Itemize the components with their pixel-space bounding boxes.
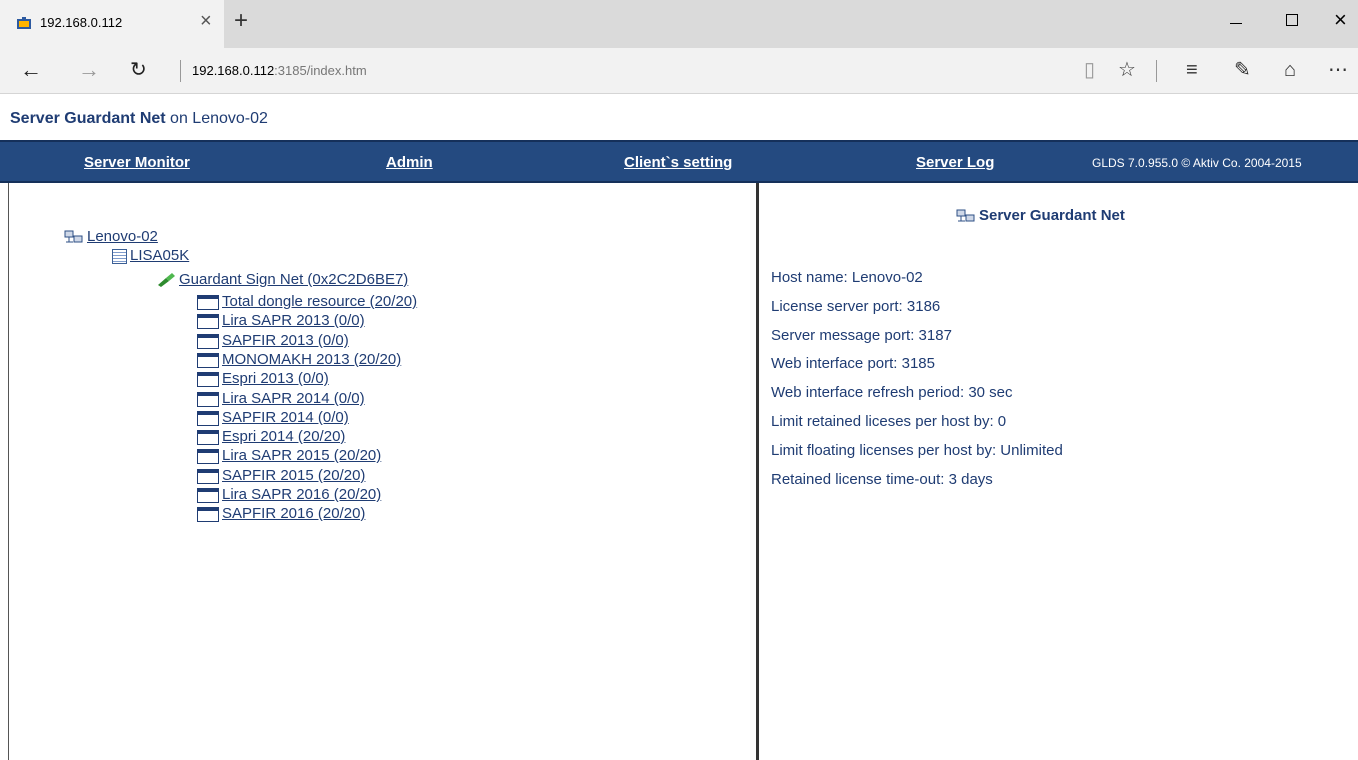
tree-feature-row: SAPFIR 2015 (20/20) <box>197 467 365 485</box>
tree-feature-link[interactable]: MONOMAKH 2013 (20/20) <box>222 351 401 368</box>
tab-title: 192.168.0.112 <box>40 15 123 30</box>
tree-feature-row: Total dongle resource (20/20) <box>197 293 417 311</box>
info-line: Host name: Lenovo-02 <box>771 269 923 286</box>
feature-window-icon <box>197 487 219 503</box>
page-title-strong: Server Guardant Net <box>10 110 166 127</box>
back-arrow-icon[interactable]: ← <box>20 58 42 82</box>
tree-feature-row: Lira SAPR 2015 (20/20) <box>197 447 381 465</box>
page-title: Server Guardant Net on Lenovo-02 <box>10 110 268 128</box>
feature-window-icon <box>197 410 219 426</box>
tree-feature-link[interactable]: Espri 2014 (20/20) <box>222 428 345 445</box>
toolbar-separator <box>1156 60 1157 82</box>
feature-window-icon <box>197 468 219 484</box>
tree-feature-link[interactable]: Lira SAPR 2013 (0/0) <box>222 312 365 329</box>
feature-window-icon <box>197 313 219 329</box>
forward-arrow-icon[interactable]: → <box>78 58 100 82</box>
maximize-icon[interactable] <box>1286 14 1298 26</box>
tree-server-link[interactable]: Lenovo-02 <box>87 228 158 245</box>
tree-feature-row: Lira SAPR 2013 (0/0) <box>197 312 365 330</box>
more-options-icon[interactable]: ⋯ <box>1328 58 1348 82</box>
network-computers-icon <box>956 209 975 222</box>
tree-host-link[interactable]: LISA05K <box>130 247 189 264</box>
nav-server-log[interactable]: Server Log <box>916 154 994 171</box>
tree-host-row: LISA05K <box>112 247 189 265</box>
feature-window-icon <box>197 294 219 310</box>
network-computers-icon <box>64 230 83 243</box>
site-favicon-icon <box>17 17 31 29</box>
info-header-text: Server Guardant Net <box>979 207 1125 224</box>
feature-window-icon <box>197 448 219 464</box>
browser-addressbar: ← → ↻ 192.168.0.112:3185/index.htm ▯ ☆ ≡… <box>0 48 1358 94</box>
info-line: Web interface refresh period: 30 sec <box>771 384 1013 401</box>
tree-feature-link[interactable]: Espri 2013 (0/0) <box>222 370 329 387</box>
tree-feature-row: SAPFIR 2013 (0/0) <box>197 332 349 350</box>
browser-tabbar: 192.168.0.112 × + × <box>0 0 1358 48</box>
version-text: GLDS 7.0.955.0 © Aktiv Co. 2004-2015 <box>1092 156 1302 170</box>
feature-window-icon <box>197 352 219 368</box>
refresh-icon[interactable]: ↻ <box>130 58 147 82</box>
reading-view-icon[interactable]: ▯ <box>1084 58 1095 82</box>
info-line: Retained license time-out: 3 days <box>771 471 993 488</box>
tree-feature-row: Espri 2014 (20/20) <box>197 428 345 446</box>
nav-admin[interactable]: Admin <box>386 154 433 171</box>
url-host: 192.168.0.112 <box>192 63 275 78</box>
tree-feature-link[interactable]: SAPFIR 2015 (20/20) <box>222 467 365 484</box>
info-header: Server Guardant Net <box>956 207 1125 224</box>
nav-server-monitor[interactable]: Server Monitor <box>84 154 190 171</box>
browser-tab[interactable]: 192.168.0.112 × <box>0 0 224 48</box>
main-navbar: Server Monitor Admin Client`s setting Se… <box>0 140 1358 183</box>
host-document-icon <box>112 248 127 264</box>
url-path: :3185/index.htm <box>274 63 367 78</box>
tree-pane <box>8 183 759 760</box>
tree-feature-link[interactable]: Total dongle resource (20/20) <box>222 293 417 310</box>
tree-feature-link[interactable]: SAPFIR 2016 (20/20) <box>222 505 365 522</box>
info-line: Web interface port: 3185 <box>771 355 935 372</box>
usb-dongle-icon <box>158 273 175 288</box>
feature-window-icon <box>197 333 219 349</box>
web-note-icon[interactable]: ✎ <box>1234 58 1251 82</box>
tree-dongle-row: Guardant Sign Net (0x2C2D6BE7) <box>156 271 408 289</box>
tree-feature-link[interactable]: Lira SAPR 2014 (0/0) <box>222 390 365 407</box>
nav-client-setting[interactable]: Client`s setting <box>624 154 732 171</box>
tree-feature-link[interactable]: SAPFIR 2013 (0/0) <box>222 332 349 349</box>
new-tab-icon[interactable]: + <box>234 9 248 33</box>
favorite-star-icon[interactable]: ☆ <box>1118 58 1136 82</box>
tree-server-row: Lenovo-02 <box>64 228 158 246</box>
feature-window-icon <box>197 371 219 387</box>
tab-close-icon[interactable]: × <box>200 11 212 31</box>
info-line: License server port: 3186 <box>771 298 941 315</box>
tree-feature-row: SAPFIR 2016 (20/20) <box>197 505 365 523</box>
tree-feature-link[interactable]: Lira SAPR 2016 (20/20) <box>222 486 381 503</box>
info-line: Limit retained liceses per host by: 0 <box>771 413 1007 430</box>
tree-feature-link[interactable]: Lira SAPR 2015 (20/20) <box>222 447 381 464</box>
tree-feature-row: Lira SAPR 2014 (0/0) <box>197 390 365 408</box>
tree-feature-link[interactable]: SAPFIR 2014 (0/0) <box>222 409 349 426</box>
minimize-icon[interactable] <box>1230 11 1244 31</box>
tree-dongle-link[interactable]: Guardant Sign Net (0x2C2D6BE7) <box>179 271 408 288</box>
feature-window-icon <box>197 506 219 522</box>
address-separator <box>180 60 181 82</box>
feature-window-icon <box>197 429 219 445</box>
tree-feature-row: Lira SAPR 2016 (20/20) <box>197 486 381 504</box>
window-close-icon[interactable]: × <box>1334 8 1347 32</box>
page-title-rest: on Lenovo-02 <box>165 110 268 127</box>
share-icon[interactable]: ⌂ <box>1284 58 1296 82</box>
info-line: Limit floating licenses per host by: Unl… <box>771 442 1063 459</box>
feature-window-icon <box>197 391 219 407</box>
tree-feature-row: Espri 2013 (0/0) <box>197 370 329 388</box>
tree-feature-row: SAPFIR 2014 (0/0) <box>197 409 349 427</box>
info-line: Server message port: 3187 <box>771 327 952 344</box>
hub-icon[interactable]: ≡ <box>1186 58 1198 82</box>
tree-feature-row: MONOMAKH 2013 (20/20) <box>197 351 401 369</box>
url-field[interactable]: 192.168.0.112:3185/index.htm <box>192 63 367 78</box>
